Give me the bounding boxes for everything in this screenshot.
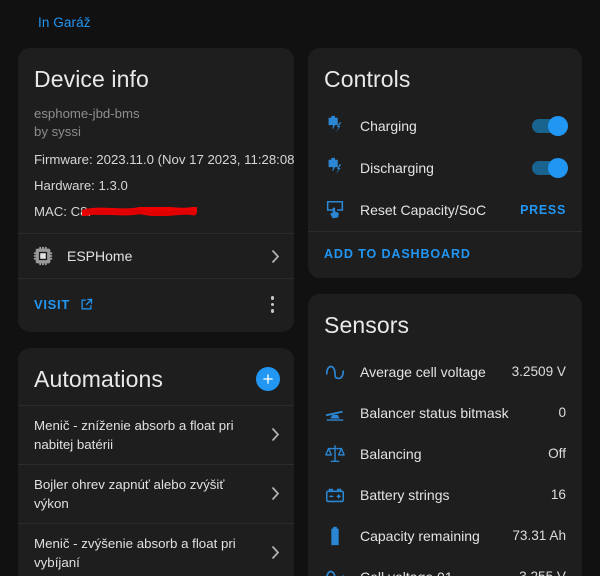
control-label: Discharging [360,160,518,176]
card-columns: Device info esphome-jbd-bms by syssi Fir… [0,48,600,576]
sensor-value: 3.255 V [519,569,566,576]
chevron-right-icon [271,545,280,560]
sensor-label: Balancing [360,446,534,462]
device-firmware: Firmware: 2023.11.0 (Nov 17 2023, 11:28:… [34,152,278,167]
press-button[interactable]: PRESS [520,203,566,217]
sine-wave-icon [324,566,346,576]
scale-balance-icon [324,443,346,465]
breadcrumb[interactable]: In Garáž [38,15,91,30]
visit-button[interactable]: VISIT [34,297,94,312]
toggle-knob [548,116,568,136]
chip-icon [32,245,54,267]
sensor-row-battery-strings[interactable]: Battery strings 16 [308,474,582,515]
device-info-title: Device info [18,48,294,105]
charging-toggle[interactable] [532,119,566,133]
automation-row[interactable]: Bojler ohrev zapnúť alebo zvýšiť výkon [18,464,294,523]
sensor-label: Capacity remaining [360,528,498,544]
mac-redaction-scribble [82,207,197,216]
control-row-charging: Charging [308,105,582,147]
chevron-right-icon [271,427,280,442]
toggle-knob [548,158,568,178]
device-mac: MAC: C8: [34,204,91,219]
integration-row-esphome[interactable]: ESPHome [18,233,294,278]
sine-wave-icon [324,361,346,383]
add-automation-button[interactable] [256,367,280,391]
automation-label: Menič - zníženie absorb a float pri nabi… [34,416,261,454]
automations-header: Automations [18,348,294,405]
device-mac-wrapper: MAC: C8: [34,204,278,219]
car-battery-icon [324,484,346,506]
sensor-label: Average cell voltage [360,364,498,380]
device-hardware: Hardware: 1.3.0 [34,178,278,193]
sensor-value: 73.31 Ah [512,528,566,543]
plus-circle-icon [260,371,276,387]
seesaw-icon [324,402,346,424]
device-info-card: Device info esphome-jbd-bms by syssi Fir… [18,48,294,332]
sensor-row-balancing[interactable]: Balancing Off [308,433,582,474]
dot [271,296,275,300]
sensors-card: Sensors Average cell voltage 3.2509 V Ba… [308,294,582,576]
sensor-label: Cell voltage 01 [360,569,505,576]
external-link-icon [79,297,94,312]
automations-card: Automations Menič - zníženie absorb a fl… [18,348,294,576]
control-label: Reset Capacity/SoC [360,202,506,218]
gesture-tap-button-icon [324,199,346,221]
control-label: Charging [360,118,518,134]
sensor-row-average-cell-voltage[interactable]: Average cell voltage 3.2509 V [308,351,582,392]
device-page: In Garáž Device info esphome-jbd-bms by … [0,0,600,576]
controls-title: Controls [308,48,582,105]
sensor-value: Off [548,446,566,461]
sensor-row-capacity-remaining[interactable]: Capacity remaining 73.31 Ah [308,515,582,556]
controls-card: Controls Charging Discharging [308,48,582,278]
sensor-value: 3.2509 V [512,364,566,379]
visit-label: VISIT [34,297,70,312]
automation-row[interactable]: Menič - zníženie absorb a float pri nabi… [18,405,294,464]
sensor-value: 0 [558,405,566,420]
chevron-right-icon [271,486,280,501]
control-row-discharging: Discharging [308,147,582,189]
automation-label: Bojler ohrev zapnúť alebo zvýšiť výkon [34,475,261,513]
visit-row: VISIT [18,278,294,332]
battery-charging-icon [324,157,346,179]
sensors-title: Sensors [308,294,582,351]
dot [271,303,275,307]
overflow-menu-button[interactable] [265,292,281,317]
automation-label: Menič - zvýšenie absorb a float pri vybí… [34,534,261,572]
control-row-reset-capacity: Reset Capacity/SoC PRESS [308,189,582,231]
chevron-right-icon [271,249,280,264]
battery-icon [324,525,346,547]
left-column: Device info esphome-jbd-bms by syssi Fir… [18,48,294,576]
device-mac-line: MAC: C8: [34,204,91,219]
sensor-value: 16 [551,487,566,502]
automation-row[interactable]: Menič - zvýšenie absorb a float pri vybí… [18,523,294,576]
discharging-toggle[interactable] [532,161,566,175]
sensor-label: Battery strings [360,487,537,503]
dot [271,309,275,313]
device-author: by syssi [34,123,278,141]
device-info-body: esphome-jbd-bms by syssi Firmware: 2023.… [18,105,294,233]
battery-charging-icon [324,115,346,137]
automations-title: Automations [34,366,163,393]
integration-label: ESPHome [67,248,258,264]
sensor-row-cell-voltage-01[interactable]: Cell voltage 01 3.255 V [308,556,582,576]
sensor-row-balancer-status-bitmask[interactable]: Balancer status bitmask 0 [308,392,582,433]
add-to-dashboard-button[interactable]: ADD TO DASHBOARD [308,231,582,278]
right-column: Controls Charging Discharging [308,48,582,576]
device-name: esphome-jbd-bms [34,105,278,123]
sensor-label: Balancer status bitmask [360,405,544,421]
